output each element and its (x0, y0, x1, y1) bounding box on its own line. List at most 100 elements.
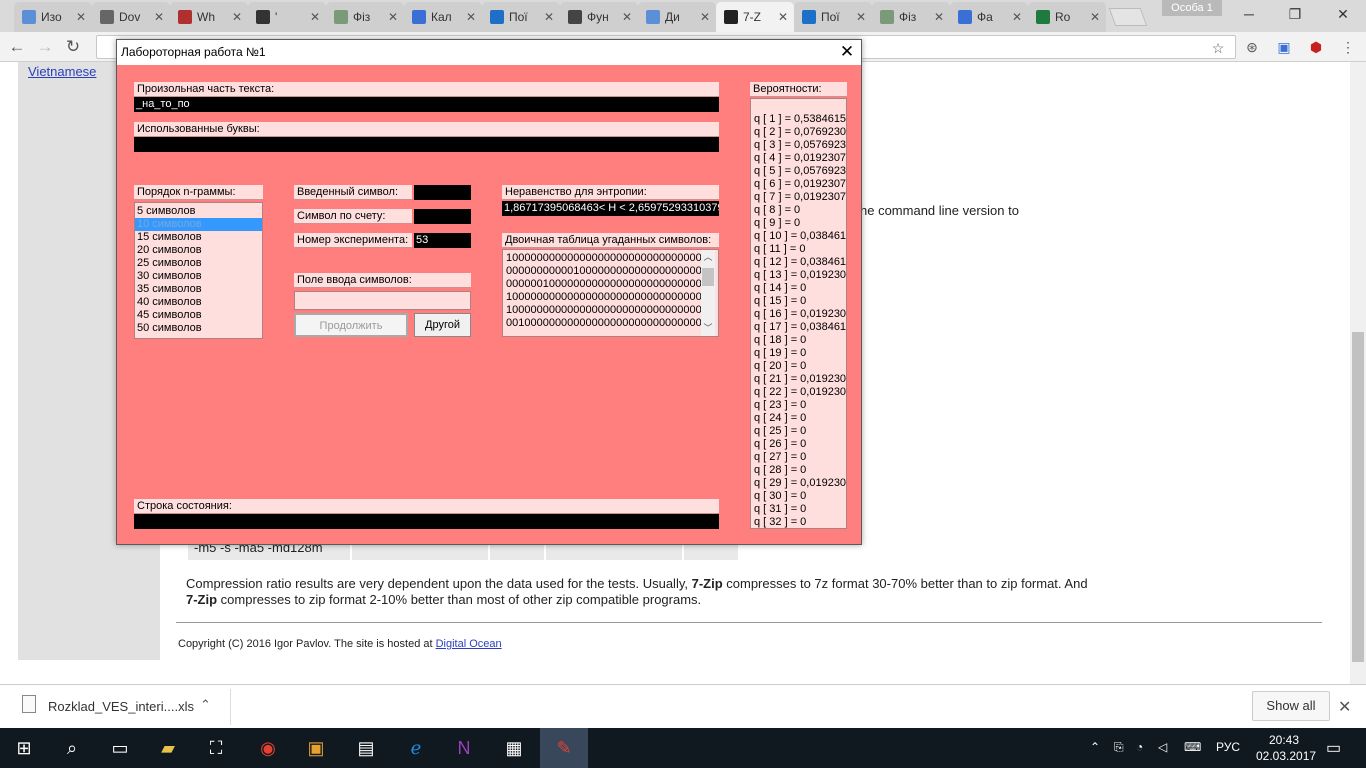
chevron-down-icon[interactable]: ﹀ (701, 321, 715, 334)
tab-label: Фа (977, 10, 993, 24)
ngram-order-item[interactable]: 10 символов (135, 218, 262, 231)
vietnamese-link[interactable]: Vietnamese (28, 64, 96, 79)
browser-tab[interactable]: 7-Z ✕ (716, 2, 794, 32)
lab-app-icon[interactable]: ✎ (540, 728, 588, 768)
volume-icon[interactable]: ◁ (1158, 740, 1167, 754)
restore-icon[interactable]: ❐ (1272, 0, 1318, 28)
ngram-order-item[interactable]: 5 символов (135, 205, 262, 218)
close-tab-icon[interactable]: ✕ (388, 10, 398, 24)
browser-tab[interactable]: Изо ✕ (14, 2, 92, 32)
close-tab-icon[interactable]: ✕ (934, 10, 944, 24)
ngram-order-item[interactable]: 35 символов (135, 283, 262, 296)
ngram-order-item[interactable]: 40 символов (135, 296, 262, 309)
dialog-close-icon[interactable]: ✕ (833, 41, 861, 63)
text-field[interactable]: _на_то_по (134, 97, 719, 112)
ngram-order-item[interactable]: 50 символов (135, 322, 262, 335)
browser-tab[interactable]: Пої ✕ (794, 2, 872, 32)
edge-icon[interactable]: ℯ (392, 728, 440, 768)
terminal-icon[interactable]: ▤ (342, 728, 390, 768)
close-tab-icon[interactable]: ✕ (1090, 10, 1100, 24)
ngram-order-item[interactable]: 20 символов (135, 244, 262, 257)
digital-ocean-link[interactable]: Digital Ocean (436, 638, 502, 650)
close-icon[interactable]: ✕ (1338, 697, 1351, 717)
used-letters-field[interactable] (134, 137, 719, 152)
browser-tab[interactable]: Ro ✕ (1028, 2, 1106, 32)
clock[interactable]: 20:43 02.03.2017 (1256, 732, 1316, 764)
close-tab-icon[interactable]: ✕ (232, 10, 242, 24)
ngram-order-item[interactable]: 30 символов (135, 270, 262, 283)
entered-symbol-field[interactable] (414, 185, 471, 200)
back-icon[interactable]: ← (6, 36, 28, 58)
ngram-order-list[interactable]: 5 символов 10 символов 15 символов 20 симво… (134, 202, 263, 339)
show-all-button[interactable]: Show all (1252, 691, 1330, 721)
browser-tab[interactable]: ' ✕ (248, 2, 326, 32)
entropy-field[interactable]: 1,86717395068463< H < 2,65975293310379 (502, 201, 719, 216)
close-tab-icon[interactable]: ✕ (544, 10, 554, 24)
browser-tab[interactable]: Ди ✕ (638, 2, 716, 32)
onenote-icon[interactable]: N (440, 728, 488, 768)
status-label: Строка состояния: (134, 499, 719, 514)
experiment-number-field[interactable]: 53 (414, 233, 471, 248)
continue-button[interactable]: Продолжить (294, 313, 408, 337)
translate-icon[interactable]: ▣ (1274, 37, 1294, 57)
browser-tab[interactable]: Фіз ✕ (326, 2, 404, 32)
sublime-icon[interactable]: ▣ (292, 728, 340, 768)
language-indicator[interactable]: РУС (1216, 740, 1240, 754)
store-icon[interactable]: ⛶ (192, 728, 240, 768)
ngram-order-item[interactable]: 45 символов (135, 309, 262, 322)
file-explorer-icon[interactable]: ▰ (144, 728, 192, 768)
close-tab-icon[interactable]: ✕ (622, 10, 632, 24)
forward-icon[interactable]: → (34, 36, 56, 58)
chevron-up-icon[interactable]: ︿ (701, 250, 715, 263)
browser-tab[interactable]: Dov ✕ (92, 2, 170, 32)
chrome-icon[interactable]: ◉ (244, 728, 292, 768)
extension-icon[interactable]: ⊛ (1242, 37, 1262, 57)
wifi-icon[interactable]: ◔ (1136, 740, 1143, 754)
browser-tab[interactable]: Фун ✕ (560, 2, 638, 32)
network-icon[interactable]: ⎘ (1114, 740, 1124, 755)
menu-icon[interactable]: ⋮ (1338, 37, 1358, 57)
browser-tab[interactable]: Пої ✕ (482, 2, 560, 32)
binary-table[interactable]: 1000000000000000000000000000000000 000000… (502, 249, 719, 337)
browser-tab[interactable]: Фа ✕ (950, 2, 1028, 32)
binary-table-scrollbar[interactable]: ︿ ﹀ (701, 250, 715, 336)
calendar-app-icon[interactable]: ▦ (490, 728, 538, 768)
search-icon[interactable]: ⌕ (48, 728, 96, 768)
minimize-icon[interactable]: ─ (1226, 0, 1272, 28)
browser-tab[interactable]: Кал ✕ (404, 2, 482, 32)
download-filename[interactable]: Rozklad_VES_interi....xls (48, 699, 194, 714)
page-scrollbar-thumb[interactable] (1352, 332, 1364, 662)
reload-icon[interactable]: ↻ (62, 36, 84, 58)
close-tab-icon[interactable]: ✕ (856, 10, 866, 24)
close-tab-icon[interactable]: ✕ (76, 10, 86, 24)
other-button[interactable]: Другой (414, 313, 471, 337)
chevron-up-icon[interactable]: ⌃ (200, 697, 211, 713)
close-tab-icon[interactable]: ✕ (154, 10, 164, 24)
text-label: Произольная часть текста: (134, 82, 719, 97)
task-view-icon[interactable]: ▭ (96, 728, 144, 768)
adblock-icon[interactable]: ⬢ (1306, 37, 1326, 57)
profile-button[interactable]: Особа 1 (1162, 0, 1222, 16)
close-window-icon[interactable]: ✕ (1320, 0, 1366, 28)
close-tab-icon[interactable]: ✕ (700, 10, 710, 24)
browser-tab[interactable]: Фіз ✕ (872, 2, 950, 32)
close-tab-icon[interactable]: ✕ (778, 10, 788, 24)
browser-tab[interactable]: Wh ✕ (170, 2, 248, 32)
close-tab-icon[interactable]: ✕ (1012, 10, 1022, 24)
symbol-input[interactable] (294, 291, 471, 310)
notifications-icon[interactable]: ▭ (1326, 738, 1341, 758)
new-tab-button[interactable] (1108, 8, 1148, 26)
chevron-up-icon[interactable]: ⌃ (1090, 740, 1100, 754)
ngram-order-item[interactable]: 25 символов (135, 257, 262, 270)
keyboard-icon[interactable]: ⌨ (1184, 740, 1201, 754)
windows-start-icon[interactable]: ⊞ (0, 728, 48, 768)
tab-label: Фіз (353, 10, 371, 24)
close-tab-icon[interactable]: ✕ (466, 10, 476, 24)
ngram-order-item[interactable]: 15 символов (135, 231, 262, 244)
probabilities-list[interactable]: q [ 1 ] = 0,5384615 q [ 2 ] = 0,0769230 q … (750, 98, 847, 529)
close-tab-icon[interactable]: ✕ (310, 10, 320, 24)
tab-label: Фун (587, 10, 609, 24)
scrollbar-thumb[interactable] (702, 268, 714, 286)
bookmark-star-icon[interactable]: ☆ (1208, 38, 1228, 58)
symbol-count-field[interactable] (414, 209, 471, 224)
